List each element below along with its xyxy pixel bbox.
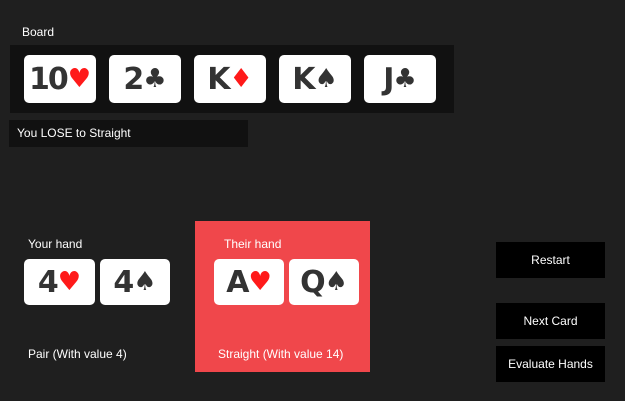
card-rank: 4	[37, 264, 59, 300]
club-icon: ♣	[143, 64, 167, 94]
your-hand-card-2: 4 ♠	[100, 259, 170, 305]
card-rank: 10	[28, 61, 69, 97]
heart-icon: ♥	[57, 267, 82, 297]
diamond-icon: ♦	[229, 64, 253, 94]
their-hand-label: Their hand	[224, 237, 282, 251]
heart-icon: ♥	[67, 64, 92, 94]
board-card-5: J ♣	[364, 55, 436, 103]
game-status: You LOSE to Straight	[9, 120, 248, 147]
your-hand-card-1: 4 ♥	[24, 259, 95, 305]
board-card-2: 2 ♣	[109, 55, 181, 103]
board-card-3: K ♦	[194, 55, 266, 103]
their-hand-card-1: A ♥	[214, 259, 284, 305]
card-rank: 4	[113, 264, 134, 300]
board-label: Board	[22, 25, 55, 39]
card-rank: J	[383, 61, 394, 97]
card-rank: K	[207, 61, 230, 97]
card-rank: 2	[123, 61, 144, 97]
club-icon: ♣	[393, 64, 417, 94]
next-card-button[interactable]: Next Card	[496, 303, 605, 339]
spade-icon: ♠	[324, 267, 348, 297]
card-rank: Q	[300, 264, 325, 300]
your-hand-label: Your hand	[28, 237, 83, 251]
card-rank: K	[292, 61, 315, 97]
restart-button[interactable]: Restart	[496, 242, 605, 278]
board-card-1: 10 ♥	[24, 55, 96, 103]
spade-icon: ♠	[133, 267, 157, 297]
your-hand-result: Pair (With value 4)	[28, 347, 127, 361]
heart-icon: ♥	[248, 267, 272, 297]
spade-icon: ♠	[314, 64, 338, 94]
card-rank: A	[226, 264, 249, 300]
their-hand-card-2: Q ♠	[289, 259, 359, 305]
their-hand-result: Straight (With value 14)	[218, 347, 344, 361]
board-card-4: K ♠	[279, 55, 351, 103]
evaluate-hands-button[interactable]: Evaluate Hands	[496, 346, 605, 382]
